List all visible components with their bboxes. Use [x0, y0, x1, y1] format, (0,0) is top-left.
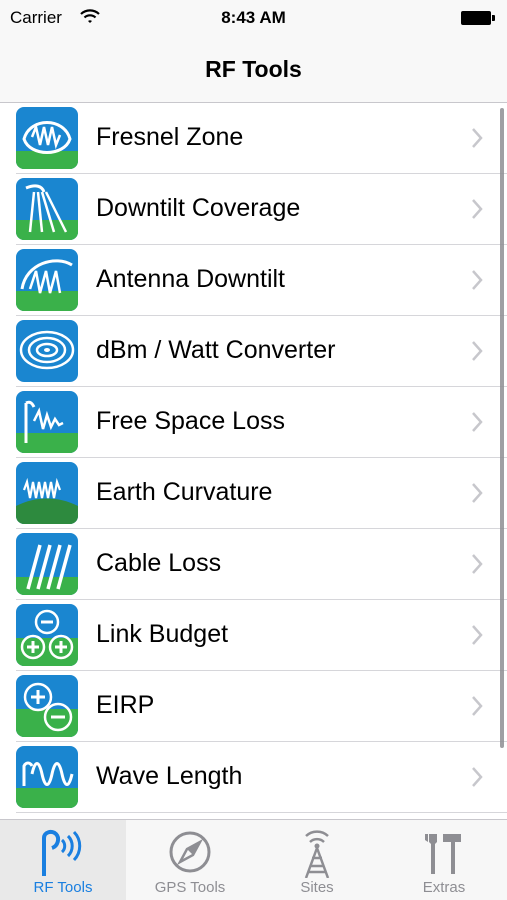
chevron-right-icon	[471, 695, 483, 722]
clock: 8:43 AM	[221, 8, 286, 27]
list-item-free-space-loss[interactable]: Free Space Loss	[0, 387, 507, 458]
list-item-cable-loss[interactable]: Cable Loss	[0, 529, 507, 600]
tower-icon	[254, 826, 380, 879]
list-item-label: Antenna Downtilt	[96, 265, 286, 293]
tab-label: RF Tools	[33, 879, 93, 896]
free-space-loss-icon	[16, 391, 78, 453]
list-item-link-budget[interactable]: Link Budget	[0, 600, 507, 671]
list-item-label: Cable Loss	[96, 549, 222, 577]
earth-curvature-icon	[16, 462, 78, 524]
navigation-bar: RF Tools	[0, 36, 507, 103]
list-item-label: Wave Length	[96, 762, 243, 790]
status-bar: Carrier 8:43 AM	[0, 0, 507, 36]
tab-gps-tools[interactable]: GPS Tools	[127, 820, 253, 900]
dbm-watt-icon	[16, 320, 78, 382]
chevron-right-icon	[471, 269, 483, 296]
chevron-right-icon	[471, 127, 483, 154]
list-item-label: Downtilt Coverage	[96, 194, 301, 222]
chevron-right-icon	[471, 411, 483, 438]
rf-signal-icon	[0, 826, 126, 878]
list-item-earth-curvature[interactable]: Earth Curvature	[0, 458, 507, 529]
list-item-label: Link Budget	[96, 620, 229, 648]
list-item-wave-length[interactable]: Wave Length	[0, 742, 507, 813]
chevron-right-icon	[471, 766, 483, 793]
tab-sites[interactable]: Sites	[254, 820, 380, 900]
antenna-downtilt-icon	[16, 249, 78, 311]
downtilt-coverage-icon	[16, 178, 78, 240]
chevron-right-icon	[471, 624, 483, 651]
list-item-antenna-downtilt[interactable]: Antenna Downtilt	[0, 245, 507, 316]
tab-label: GPS Tools	[154, 879, 226, 896]
link-budget-icon	[16, 604, 78, 666]
list-item-label: Free Space Loss	[96, 407, 285, 435]
eirp-icon	[16, 675, 78, 737]
list-item-label: dBm / Watt Converter	[96, 336, 336, 364]
compass-icon	[127, 826, 253, 878]
tab-label: Extras	[422, 879, 466, 896]
list-item-downtilt-coverage[interactable]: Downtilt Coverage	[0, 174, 507, 245]
list-item-label: Fresnel Zone	[96, 123, 244, 151]
cable-loss-icon	[16, 533, 78, 595]
fresnel-zone-icon	[16, 107, 78, 169]
list-item-dbm-watt-converter[interactable]: dBm / Watt Converter	[0, 316, 507, 387]
chevron-right-icon	[471, 340, 483, 367]
battery-icon	[461, 11, 495, 25]
tool-list[interactable]: Fresnel Zone Downtilt Coverage Antenna D…	[0, 103, 507, 818]
wave-length-icon	[16, 746, 78, 808]
list-item-label: Earth Curvature	[96, 478, 273, 506]
scrollbar[interactable]	[500, 108, 504, 748]
list-item-fresnel-zone[interactable]: Fresnel Zone	[0, 103, 507, 174]
list-item-eirp[interactable]: EIRP	[0, 671, 507, 742]
chevron-right-icon	[471, 198, 483, 225]
tab-bar: RF Tools GPS Tools Sites Extras	[0, 819, 507, 900]
tab-label: Sites	[300, 879, 334, 896]
chevron-right-icon	[471, 482, 483, 509]
tab-rf-tools[interactable]: RF Tools	[0, 820, 126, 900]
list-item-label: EIRP	[96, 691, 155, 719]
tab-extras[interactable]: Extras	[381, 820, 507, 900]
page-title: RF Tools	[205, 56, 302, 82]
chevron-right-icon	[471, 553, 483, 580]
tools-icon	[381, 826, 507, 878]
